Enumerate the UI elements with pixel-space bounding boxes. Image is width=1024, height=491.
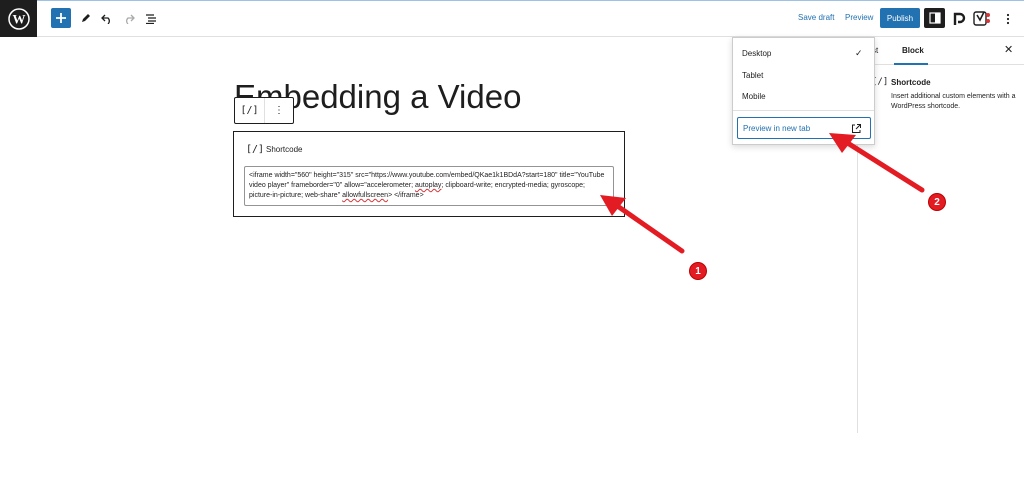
redo-icon[interactable]	[122, 9, 136, 28]
plugin-p-icon[interactable]	[951, 9, 967, 28]
document-overview-icon[interactable]	[144, 9, 158, 28]
svg-text:W: W	[12, 11, 25, 26]
editor-top-bar: W Save draft Preview Publish	[0, 0, 1024, 37]
save-draft-button[interactable]: Save draft	[798, 13, 834, 22]
block-card-title: Shortcode	[891, 78, 931, 87]
preview-option-tablet[interactable]: Tablet	[742, 71, 763, 80]
options-menu-icon[interactable]	[1003, 9, 1013, 28]
block-toolbar: [/] ⋮	[234, 97, 294, 124]
undo-icon[interactable]	[100, 9, 114, 28]
settings-sidebar: st Block ✕ [/] Shortcode Insert addition…	[857, 37, 1024, 433]
shortcode-text-allowfullscreen: allowfullscreen	[342, 192, 389, 199]
shortcode-text-part: > </iframe>	[388, 192, 424, 199]
preview-option-desktop[interactable]: Desktop	[742, 49, 771, 58]
settings-sidebar-toggle-icon[interactable]	[924, 8, 945, 28]
add-block-button[interactable]	[51, 8, 71, 28]
check-icon: ✓	[855, 48, 863, 58]
shortcode-block-label: Shortcode	[266, 145, 303, 154]
shortcode-block-type-icon[interactable]: [/]	[235, 98, 265, 123]
yoast-seo-icon[interactable]	[973, 9, 991, 28]
top-edge-line	[0, 0, 1024, 1]
annotation-badge-1: 1	[689, 262, 707, 280]
sidebar-tabs: st Block ✕	[858, 37, 1024, 65]
edit-tools-icon[interactable]	[78, 9, 92, 28]
shortcode-icon: [/]	[246, 144, 265, 155]
block-card-description: Insert additional custom elements with a…	[891, 93, 1016, 110]
external-link-icon	[851, 121, 862, 139]
block-more-options-icon[interactable]: ⋮	[265, 98, 293, 123]
shortcode-block[interactable]: [/] Shortcode <iframe width="560" height…	[233, 131, 625, 217]
tab-block[interactable]: Block	[902, 46, 924, 55]
preview-in-new-tab-button[interactable]: Preview in new tab	[737, 117, 871, 139]
preview-dropdown-menu: Desktop ✓ Tablet Mobile Preview in new t…	[732, 37, 875, 145]
annotation-badge-2: 2	[928, 193, 946, 211]
shortcode-text-autoplay: autoplay	[414, 182, 442, 189]
shortcode-textarea[interactable]: <iframe width="560" height="315" src="ht…	[244, 166, 614, 206]
wordpress-logo-icon[interactable]: W	[0, 0, 37, 37]
close-icon[interactable]: ✕	[1004, 43, 1013, 56]
active-tab-indicator	[894, 63, 928, 65]
publish-button[interactable]: Publish	[880, 8, 920, 28]
preview-in-new-tab-label: Preview in new tab	[743, 124, 811, 133]
preview-option-mobile[interactable]: Mobile	[742, 92, 766, 101]
menu-divider	[733, 110, 874, 111]
preview-button[interactable]: Preview	[845, 13, 873, 22]
